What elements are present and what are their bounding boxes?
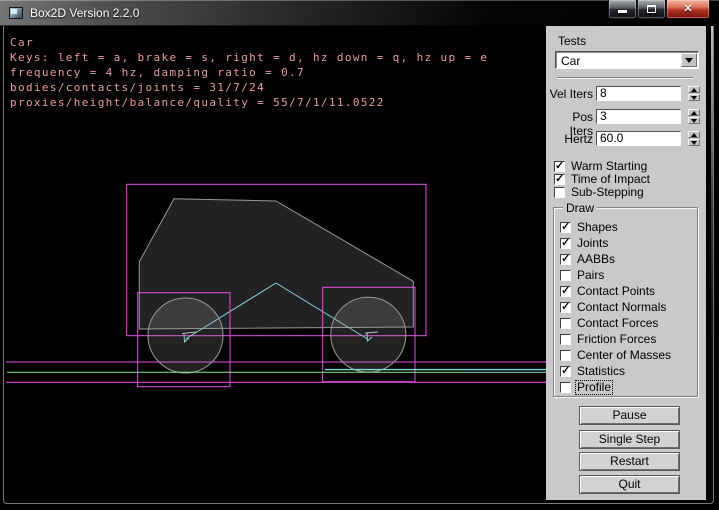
- minimize-icon: [618, 10, 627, 13]
- window-right-border: [711, 26, 714, 504]
- arrow-down-icon: [691, 96, 697, 100]
- checkbox-time-of-impact[interactable]: ✓ Time of Impact: [554, 173, 650, 185]
- arrow-up-icon: [691, 88, 697, 92]
- maximize-button[interactable]: [637, 0, 666, 19]
- hertz-up-button[interactable]: [688, 131, 700, 138]
- left-wheel: [148, 298, 223, 373]
- checkbox-box: ✓: [560, 302, 571, 313]
- bodies-stats-text: bodies/contacts/joints = 31/7/24: [10, 81, 265, 94]
- checkbox-shapes[interactable]: ✓ Shapes: [560, 221, 618, 233]
- minimize-button[interactable]: [608, 0, 637, 19]
- pos-iters-stepper: [688, 109, 700, 124]
- proxies-stats-text: proxies/height/balance/quality = 55/7/1/…: [10, 96, 385, 109]
- hertz-label: Hertz: [546, 132, 593, 146]
- restart-button[interactable]: Restart: [579, 452, 680, 471]
- vel-iters-up-button[interactable]: [688, 86, 700, 93]
- pos-iters-up-button[interactable]: [688, 109, 700, 116]
- check-icon: ✓: [555, 159, 564, 172]
- draw-group-label: Draw: [563, 201, 597, 215]
- checkbox-profile[interactable]: ✓ Profile: [560, 381, 611, 393]
- maximize-icon: [647, 5, 656, 13]
- hertz-input[interactable]: 60.0: [596, 131, 681, 146]
- pos-iters-down-button[interactable]: [688, 117, 700, 124]
- simulation-canvas[interactable]: Car Keys: left = a, brake = s, right = d…: [6, 26, 546, 500]
- vel-iters-stepper: [688, 86, 700, 101]
- check-icon: ✓: [561, 252, 570, 265]
- checkbox-contact-normals[interactable]: ✓ Contact Normals: [560, 301, 666, 313]
- checkbox-box: ✓: [560, 238, 571, 249]
- tests-dropdown-arrow-button[interactable]: [681, 53, 697, 67]
- check-icon: ✓: [561, 284, 570, 297]
- checkbox-box: ✓: [560, 366, 571, 377]
- checkbox-box: ✓: [554, 187, 565, 198]
- check-icon: ✓: [561, 236, 570, 249]
- single-step-button[interactable]: Single Step: [579, 430, 680, 449]
- pos-iters-input[interactable]: 3: [596, 109, 681, 124]
- control-panel: Tests Car Vel Iters 8 Pos Iters 3: [546, 26, 706, 500]
- chevron-down-icon: [685, 58, 693, 63]
- check-icon: ✓: [561, 300, 570, 313]
- check-icon: ✓: [561, 220, 570, 233]
- quit-button[interactable]: Quit: [579, 475, 680, 494]
- tests-dropdown[interactable]: Car: [555, 51, 699, 69]
- checkbox-joints[interactable]: ✓ Joints: [560, 237, 608, 249]
- checkbox-box: ✓: [554, 161, 565, 172]
- checkbox-box: ✓: [560, 334, 571, 345]
- arrow-up-icon: [691, 111, 697, 115]
- checkbox-statistics[interactable]: ✓ Statistics: [560, 365, 625, 377]
- checkbox-contact-points[interactable]: ✓ Contact Points: [560, 285, 655, 297]
- frequency-text: frequency = 4 hz, damping ratio = 0.7: [10, 66, 305, 79]
- hertz-stepper: [688, 131, 700, 146]
- window-title: Box2D Version 2.2.0: [30, 6, 139, 20]
- checkbox-box: ✓: [560, 318, 571, 329]
- pause-button[interactable]: Pause: [579, 406, 680, 425]
- checkbox-friction-forces[interactable]: ✓ Friction Forces: [560, 333, 656, 345]
- checkbox-contact-forces[interactable]: ✓ Contact Forces: [560, 317, 658, 329]
- close-icon: ✕: [683, 4, 692, 15]
- checkbox-box: ✓: [560, 222, 571, 233]
- hertz-down-button[interactable]: [688, 139, 700, 146]
- check-icon: ✓: [561, 364, 570, 377]
- title-bar[interactable]: Box2D Version 2.2.0 ✕: [0, 0, 719, 26]
- tests-dropdown-value: Car: [561, 54, 580, 68]
- right-wheel: [331, 297, 406, 372]
- checkbox-box: ✓: [560, 286, 571, 297]
- checkbox-pairs[interactable]: ✓ Pairs: [560, 269, 604, 281]
- arrow-down-icon: [691, 119, 697, 123]
- checkbox-box: ✓: [560, 382, 571, 393]
- tests-label: Tests: [558, 34, 586, 48]
- checkbox-warm-starting[interactable]: ✓ Warm Starting: [554, 160, 647, 172]
- arrow-up-icon: [691, 133, 697, 137]
- vel-iters-label: Vel Iters: [546, 87, 593, 101]
- app-window: Box2D Version 2.2.0 ✕: [0, 0, 719, 510]
- checkbox-box: ✓: [560, 254, 571, 265]
- keys-help-text: Keys: left = a, brake = s, right = d, hz…: [10, 51, 488, 64]
- test-title-text: Car: [10, 36, 34, 49]
- checkbox-center-of-masses[interactable]: ✓ Center of Masses: [560, 349, 671, 361]
- checkbox-box: ✓: [554, 174, 565, 185]
- checkbox-aabbs[interactable]: ✓ AABBs: [560, 253, 615, 265]
- check-icon: ✓: [555, 172, 564, 185]
- checkbox-box: ✓: [560, 270, 571, 281]
- vel-iters-down-button[interactable]: [688, 94, 700, 101]
- vel-iters-input[interactable]: 8: [596, 86, 681, 101]
- separator-line: [557, 77, 693, 79]
- close-button[interactable]: ✕: [666, 0, 710, 19]
- checkbox-sub-stepping[interactable]: ✓ Sub-Stepping: [554, 186, 644, 198]
- app-icon: [9, 7, 23, 19]
- checkbox-box: ✓: [560, 350, 571, 361]
- arrow-down-icon: [691, 141, 697, 145]
